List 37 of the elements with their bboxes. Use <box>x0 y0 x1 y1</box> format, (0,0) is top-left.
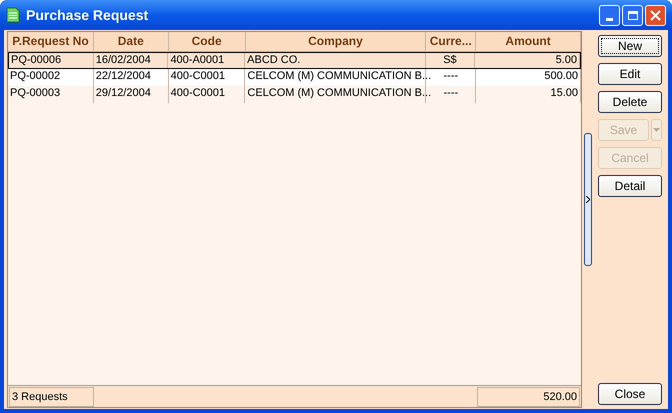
close-window-button[interactable]: Close <box>598 383 662 405</box>
minimize-button[interactable] <box>599 4 620 26</box>
column-header[interactable]: Curre... <box>426 32 476 51</box>
table-cell: PQ-00003 <box>8 86 94 103</box>
table-cell: ABCD CO. <box>245 53 426 68</box>
column-header[interactable]: P.Request No <box>8 32 94 51</box>
maximize-icon <box>628 10 638 20</box>
caret-icon <box>653 128 660 132</box>
record-count: 3 Requests <box>9 386 94 406</box>
table-cell: 15.00 <box>476 86 581 103</box>
total-amount: 520.00 <box>477 386 580 406</box>
column-header[interactable]: Amount <box>476 32 581 51</box>
column-header[interactable]: Company <box>246 32 426 51</box>
maximize-button[interactable] <box>622 4 643 26</box>
table-cell: PQ-00006 <box>9 53 94 68</box>
table-cell: 29/12/2004 <box>94 86 169 103</box>
action-button[interactable]: New <box>598 35 662 57</box>
action-button[interactable]: Edit <box>598 63 662 85</box>
column-header[interactable]: Date <box>94 32 169 51</box>
minimize-icon <box>606 18 613 20</box>
action-button[interactable]: Delete <box>598 91 662 113</box>
table-cell: 16/02/2004 <box>94 53 168 68</box>
column-header[interactable]: Code <box>168 32 246 51</box>
document-icon <box>6 7 20 23</box>
table-cell: 400-C0001 <box>168 86 246 103</box>
window-title: Purchase Request <box>26 6 148 25</box>
action-button[interactable]: Detail <box>598 175 662 197</box>
close-button[interactable] <box>645 4 666 26</box>
close-icon <box>650 10 661 20</box>
table-cell: S$ <box>426 53 476 68</box>
panel-toggle[interactable] <box>584 133 592 266</box>
table-row[interactable]: PQ-00003 29/12/2004 400-C0001 CELCOM (M) COMMUNICATION B... ---- 15.00 <box>8 86 581 103</box>
table-row[interactable]: PQ-00002 22/12/2004 400-C0001 CELCOM (M) COMMUNICATION B... ---- 500.00 <box>8 69 581 86</box>
chevron-right-icon <box>586 196 590 203</box>
table-cell: 5.00 <box>475 53 580 68</box>
table-row[interactable]: PQ-00006 16/02/2004 400-A0001 ABCD CO. S$ 5.00 <box>8 52 581 69</box>
table-cell: 400-A0001 <box>168 53 246 68</box>
